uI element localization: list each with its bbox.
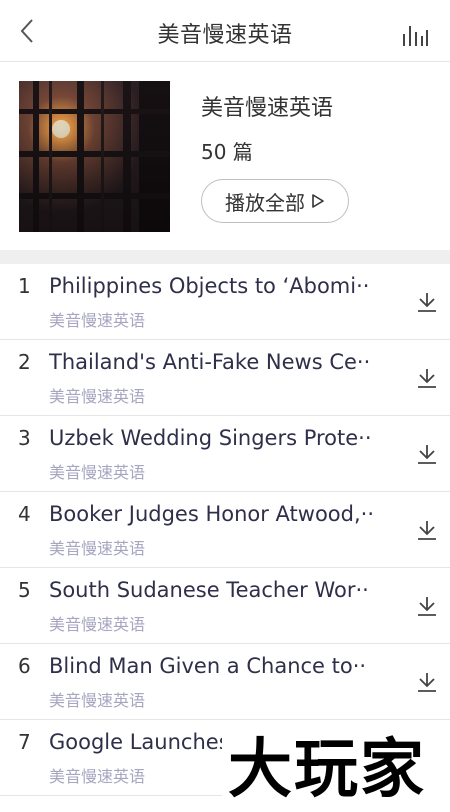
track-number: 7 [18,730,31,754]
track-subtitle: 美音慢速英语 [49,691,146,710]
download-icon[interactable] [415,594,439,618]
track-number: 1 [18,274,31,298]
top-bar: 美音慢速英语 [0,0,450,62]
download-icon[interactable] [415,518,439,542]
track-number: 5 [18,578,31,602]
track-row[interactable]: 3 Uzbek Wedding Singers Prote·· 美音慢速英语 [0,416,450,492]
track-number: 6 [18,654,31,678]
track-subtitle: 美音慢速英语 [49,615,146,634]
album-cover-image [19,81,170,232]
track-row[interactable]: 1 Philippines Objects to ‘Abomi·· 美音慢速英语 [0,264,450,340]
track-row[interactable]: 5 South Sudanese Teacher Wor·· 美音慢速英语 [0,568,450,644]
play-all-button[interactable]: 播放全部 [201,179,349,223]
download-icon[interactable] [415,366,439,390]
play-all-label: 播放全部 [225,190,305,215]
album-header: 美音慢速英语 50 篇 播放全部 [0,62,450,250]
track-number: 2 [18,350,31,374]
watermark-logo: 大玩家 [222,728,450,812]
track-title: Thailand's Anti-Fake News Ce·· [49,350,371,374]
download-icon[interactable] [415,442,439,466]
watermark-text: 大玩家 [228,733,426,807]
track-title: Uzbek Wedding Singers Prote·· [49,426,372,450]
download-icon[interactable] [415,290,439,314]
track-subtitle: 美音慢速英语 [49,311,146,330]
track-subtitle: 美音慢速英语 [49,767,146,786]
play-outline-icon [312,194,324,208]
track-subtitle: 美音慢速英语 [49,387,146,406]
track-title: Philippines Objects to ‘Abomi·· [49,274,370,298]
track-number: 3 [18,426,31,450]
track-subtitle: 美音慢速英语 [49,463,146,482]
track-row[interactable]: 4 Booker Judges Honor Atwood,·· 美音慢速英语 [0,492,450,568]
track-row[interactable]: 2 Thailand's Anti-Fake News Ce·· 美音慢速英语 [0,340,450,416]
track-row[interactable]: 6 Blind Man Given a Chance to·· 美音慢速英语 [0,644,450,720]
track-subtitle: 美音慢速英语 [49,539,146,558]
section-divider [0,250,450,264]
album-name: 美音慢速英语 [201,96,334,121]
download-icon[interactable] [415,670,439,694]
track-title: Booker Judges Honor Atwood,·· [49,502,375,526]
track-list: 1 Philippines Objects to ‘Abomi·· 美音慢速英语… [0,264,450,796]
equalizer-icon[interactable] [402,24,428,46]
page-title: 美音慢速英语 [157,23,293,48]
track-title: South Sudanese Teacher Wor·· [49,578,369,602]
track-title: Blind Man Given a Chance to·· [49,654,367,678]
episode-count: 50 篇 [201,140,253,164]
track-number: 4 [18,502,31,526]
